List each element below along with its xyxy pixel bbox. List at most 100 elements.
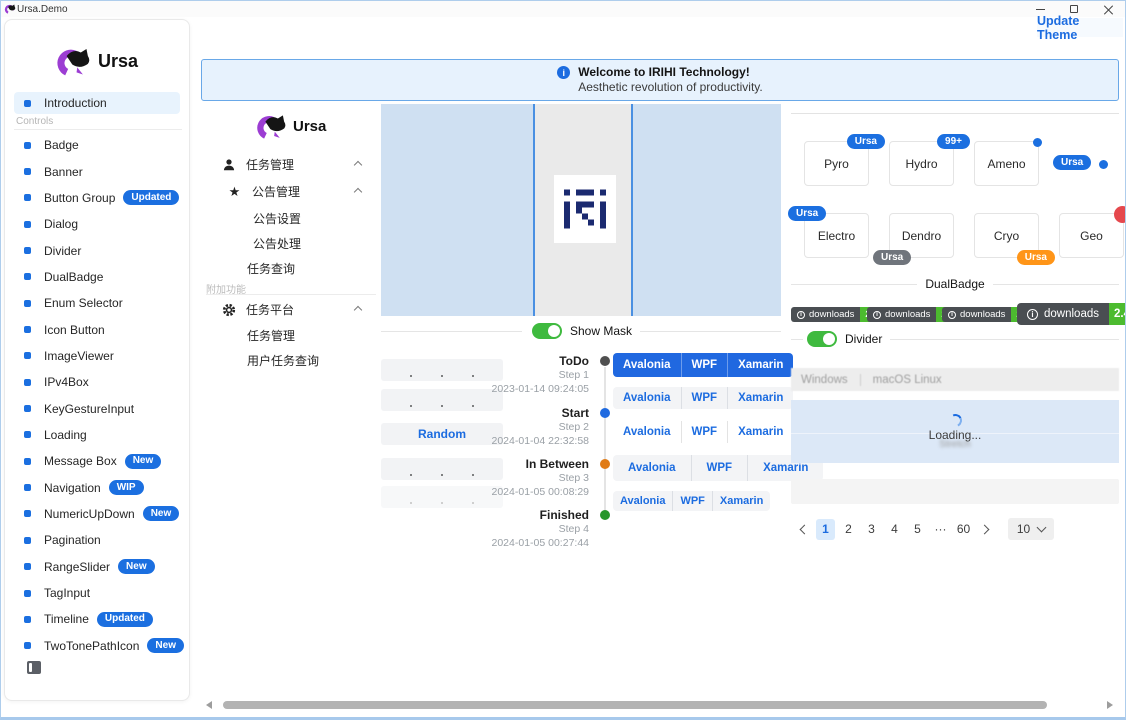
menu-item-task-platform[interactable]: 任务平台 bbox=[221, 301, 371, 318]
sidebar-item-banner[interactable]: Banner bbox=[14, 158, 186, 184]
badge-card-ameno: Ameno bbox=[974, 141, 1039, 186]
avalonia-button[interactable]: Avalonia bbox=[613, 421, 681, 443]
collapse-sidebar-icon[interactable] bbox=[27, 661, 41, 674]
timeline-item-start: Start Step 2 2024-01-04 22:32:58 bbox=[479, 406, 589, 448]
sidebar-item-message-box[interactable]: Message BoxNew bbox=[14, 448, 186, 474]
standalone-ursa-badge: Ursa bbox=[1053, 155, 1091, 170]
app-icon bbox=[4, 3, 16, 15]
xamarin-button[interactable]: Xamarin bbox=[727, 387, 793, 409]
sidebar-item-loading[interactable]: Loading bbox=[14, 422, 186, 448]
timeline-item-todo: ToDo Step 1 2023-01-14 09:24:05 bbox=[479, 354, 589, 396]
status-badge: Updated bbox=[123, 190, 179, 205]
timeline-dot-in-between bbox=[600, 459, 610, 469]
info-icon: i bbox=[557, 66, 570, 79]
show-mask-toggle[interactable] bbox=[532, 323, 562, 339]
badge-card-cryo: Cryo Ursa bbox=[974, 213, 1039, 258]
menu-item-task-management[interactable]: 任务管理 bbox=[221, 156, 371, 173]
timeline-title: Start bbox=[479, 406, 589, 420]
xamarin-button[interactable]: Xamarin bbox=[727, 353, 793, 377]
horizontal-scrollbar-thumb[interactable] bbox=[223, 701, 1047, 709]
menu-item-announcement-processing[interactable]: 公告处理 bbox=[253, 235, 301, 252]
sidebar-item-enum-selector[interactable]: Enum Selector bbox=[14, 290, 186, 316]
sidebar-item-label: Divider bbox=[44, 244, 81, 258]
page-button-60[interactable]: 60 bbox=[954, 519, 973, 540]
divider-toggle-label: Divider bbox=[845, 332, 882, 346]
timeline-title: ToDo bbox=[479, 354, 589, 368]
avalonia-button[interactable]: Avalonia bbox=[613, 491, 672, 511]
platform-separator bbox=[860, 374, 861, 386]
menu-item-task-management-sub[interactable]: 任务管理 bbox=[247, 327, 295, 344]
bullet-icon bbox=[24, 510, 31, 517]
sidebar-item-numericupdown[interactable]: NumericUpDownNew bbox=[14, 501, 186, 527]
sidebar-item-navigation[interactable]: NavigationWIP bbox=[14, 474, 186, 500]
sidebar-item-taginput[interactable]: TagInput bbox=[14, 580, 186, 606]
loading-label: Loading... bbox=[929, 428, 982, 442]
timeline-time: 2023-01-14 09:24:05 bbox=[479, 382, 589, 396]
page-size-value: 10 bbox=[1017, 522, 1030, 536]
button-group-light: Avalonia WPF Xamarin bbox=[613, 387, 793, 409]
scroll-right-arrow[interactable] bbox=[1107, 701, 1113, 709]
sidebar-item-imageviewer[interactable]: ImageViewer bbox=[14, 343, 186, 369]
menu-item-label: 任务管理 bbox=[247, 327, 295, 344]
dualbadge-divider: DualBadge bbox=[791, 277, 1119, 291]
xamarin-button[interactable]: Xamarin bbox=[712, 491, 770, 511]
info-icon: i bbox=[797, 311, 805, 319]
wpf-button[interactable]: WPF bbox=[681, 387, 728, 409]
avalonia-button[interactable]: Avalonia bbox=[613, 353, 681, 377]
viewer-mask-left bbox=[381, 104, 534, 316]
crop-handle-left[interactable] bbox=[533, 104, 535, 316]
sidebar-item-badge[interactable]: Badge bbox=[14, 132, 186, 158]
page-button-2[interactable]: 2 bbox=[839, 519, 858, 540]
sidebar-item-introduction[interactable]: Introduction bbox=[14, 92, 180, 114]
next-page-button[interactable] bbox=[977, 519, 996, 540]
sidebar-item-rangeslider[interactable]: RangeSliderNew bbox=[14, 554, 186, 580]
sidebar-item-timeline[interactable]: TimelineUpdated bbox=[14, 606, 186, 632]
sidebar-item-divider[interactable]: Divider bbox=[14, 237, 186, 263]
count-badge: 99+ bbox=[937, 134, 970, 149]
prev-page-button[interactable] bbox=[793, 519, 812, 540]
update-theme-button[interactable]: Update Theme bbox=[1037, 18, 1123, 37]
sidebar-item-label: TagInput bbox=[44, 586, 90, 600]
sidebar-item-button-group[interactable]: Button GroupUpdated bbox=[14, 185, 186, 211]
xamarin-button[interactable]: Xamarin bbox=[727, 421, 793, 443]
avalonia-button[interactable]: Avalonia bbox=[613, 387, 681, 409]
timeline-time: 2024-01-04 22:32:58 bbox=[479, 434, 589, 448]
sidebar-item-twotonepathicon[interactable]: TwoTonePathIconNew bbox=[14, 633, 186, 659]
wpf-button[interactable]: WPF bbox=[672, 491, 711, 511]
sidebar-item-label: KeyGestureInput bbox=[44, 402, 134, 416]
menu-item-user-task-query[interactable]: 用户任务查询 bbox=[247, 352, 319, 369]
sidebar-item-icon-button[interactable]: Icon Button bbox=[14, 316, 186, 342]
wpf-button[interactable]: WPF bbox=[681, 421, 728, 443]
avalonia-button[interactable]: Avalonia bbox=[613, 455, 691, 481]
bullet-icon bbox=[24, 194, 31, 201]
loading-overlay: Loading... Stretch bbox=[791, 400, 1119, 463]
wpf-button[interactable]: WPF bbox=[691, 455, 748, 481]
page-button-1[interactable]: 1 bbox=[816, 519, 835, 540]
page-button-4[interactable]: 4 bbox=[885, 519, 904, 540]
bullet-icon bbox=[24, 168, 31, 175]
sidebar-item-keygestureinput[interactable]: KeyGestureInput bbox=[14, 395, 186, 421]
menu-item-announcement-management[interactable]: ★ 公告管理 bbox=[227, 183, 371, 200]
card-label: Electro bbox=[818, 229, 855, 243]
dualbadge-label: downloads bbox=[885, 309, 930, 320]
page-size-select[interactable]: 10 bbox=[1008, 518, 1054, 540]
status-badge: New bbox=[143, 506, 180, 521]
divider-toggle[interactable] bbox=[807, 331, 837, 347]
sidebar-item-dualbadge[interactable]: DualBadge bbox=[14, 264, 186, 290]
sidebar-item-label: Navigation bbox=[44, 481, 101, 495]
crop-handle-right[interactable] bbox=[631, 104, 633, 316]
menu-item-announcement-settings[interactable]: 公告设置 bbox=[253, 210, 301, 227]
sidebar-item-ipv4box[interactable]: IPv4Box bbox=[14, 369, 186, 395]
ursa-badge-gray: Ursa bbox=[873, 250, 911, 265]
button-group-small: Avalonia WPF Xamarin bbox=[613, 491, 770, 511]
badge-section-divider bbox=[791, 113, 1119, 114]
sidebar-item-dialog[interactable]: Dialog bbox=[14, 211, 186, 237]
scroll-left-arrow[interactable] bbox=[206, 701, 212, 709]
menu-item-task-query[interactable]: 任务查询 bbox=[247, 260, 295, 277]
page-button-3[interactable]: 3 bbox=[862, 519, 881, 540]
maximize-icon bbox=[1070, 5, 1078, 13]
page-button-5[interactable]: 5 bbox=[908, 519, 927, 540]
sidebar-item-pagination[interactable]: Pagination bbox=[14, 527, 186, 553]
bullet-icon bbox=[24, 563, 31, 570]
wpf-button[interactable]: WPF bbox=[681, 353, 728, 377]
